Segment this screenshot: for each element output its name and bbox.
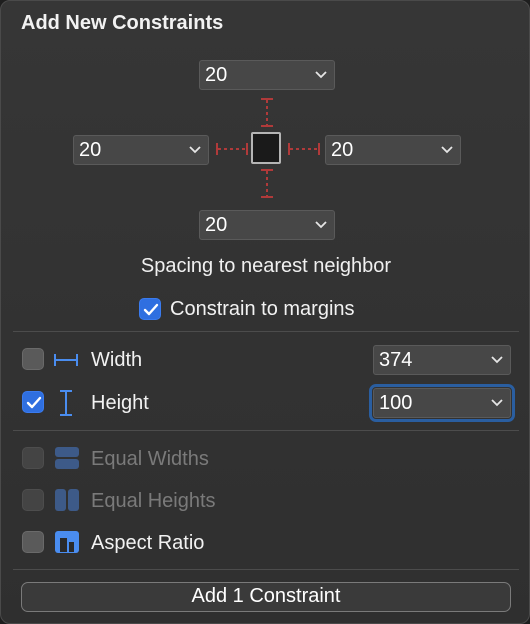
top-spacing-combo[interactable]: 20 xyxy=(199,60,335,90)
right-spacing-combo[interactable]: 20 xyxy=(325,135,461,165)
width-value: 374 xyxy=(379,349,413,371)
height-label: Height xyxy=(91,392,149,414)
top-strut-icon[interactable] xyxy=(257,97,277,129)
aspect-ratio-icon xyxy=(55,531,79,553)
width-checkbox[interactable] xyxy=(22,348,44,370)
bottom-spacing-combo[interactable]: 20 xyxy=(199,210,335,240)
panel-title: Add New Constraints xyxy=(21,12,224,34)
constrain-to-margins-checkbox[interactable] xyxy=(139,298,161,320)
bottom-strut-icon[interactable] xyxy=(257,168,277,200)
equal-widths-icon xyxy=(55,447,79,469)
divider xyxy=(13,569,519,570)
chevron-down-icon[interactable] xyxy=(314,61,328,89)
chevron-down-icon[interactable] xyxy=(490,389,504,417)
left-spacing-combo[interactable]: 20 xyxy=(73,135,209,165)
equal-widths-checkbox[interactable] xyxy=(22,447,44,469)
selected-view-box xyxy=(251,132,281,164)
chevron-down-icon[interactable] xyxy=(188,136,202,164)
right-spacing-value: 20 xyxy=(331,139,354,161)
chevron-down-icon[interactable] xyxy=(314,211,328,239)
add-constraints-panel: Add New Constraints 20 20 20 20 Spacing … xyxy=(0,0,530,624)
checkmark-icon xyxy=(143,303,159,316)
width-icon xyxy=(54,354,78,366)
aspect-ratio-label: Aspect Ratio xyxy=(91,532,205,554)
equal-widths-label: Equal Widths xyxy=(91,448,209,470)
left-spacing-value: 20 xyxy=(79,139,102,161)
add-constraints-button[interactable]: Add 1 Constraint xyxy=(21,582,511,612)
height-checkbox[interactable] xyxy=(22,391,44,413)
height-value: 100 xyxy=(379,392,413,414)
divider xyxy=(13,331,519,332)
bottom-spacing-value: 20 xyxy=(205,214,228,236)
top-spacing-value: 20 xyxy=(205,64,228,86)
left-strut-icon[interactable] xyxy=(215,139,249,159)
constrain-to-margins-label: Constrain to margins xyxy=(170,298,355,320)
equal-heights-checkbox[interactable] xyxy=(22,489,44,511)
right-strut-icon[interactable] xyxy=(287,139,321,159)
width-label: Width xyxy=(91,349,143,371)
aspect-ratio-checkbox[interactable] xyxy=(22,531,44,553)
height-icon xyxy=(60,390,72,416)
divider xyxy=(13,430,519,431)
width-value-combo[interactable]: 374 xyxy=(373,345,511,375)
checkmark-icon xyxy=(26,396,42,409)
equal-heights-label: Equal Heights xyxy=(91,490,216,512)
spacing-label: Spacing to nearest neighbor xyxy=(140,255,392,277)
chevron-down-icon[interactable] xyxy=(440,136,454,164)
equal-heights-icon xyxy=(55,489,79,511)
height-value-combo[interactable]: 100 xyxy=(369,384,515,422)
chevron-down-icon[interactable] xyxy=(490,346,504,374)
